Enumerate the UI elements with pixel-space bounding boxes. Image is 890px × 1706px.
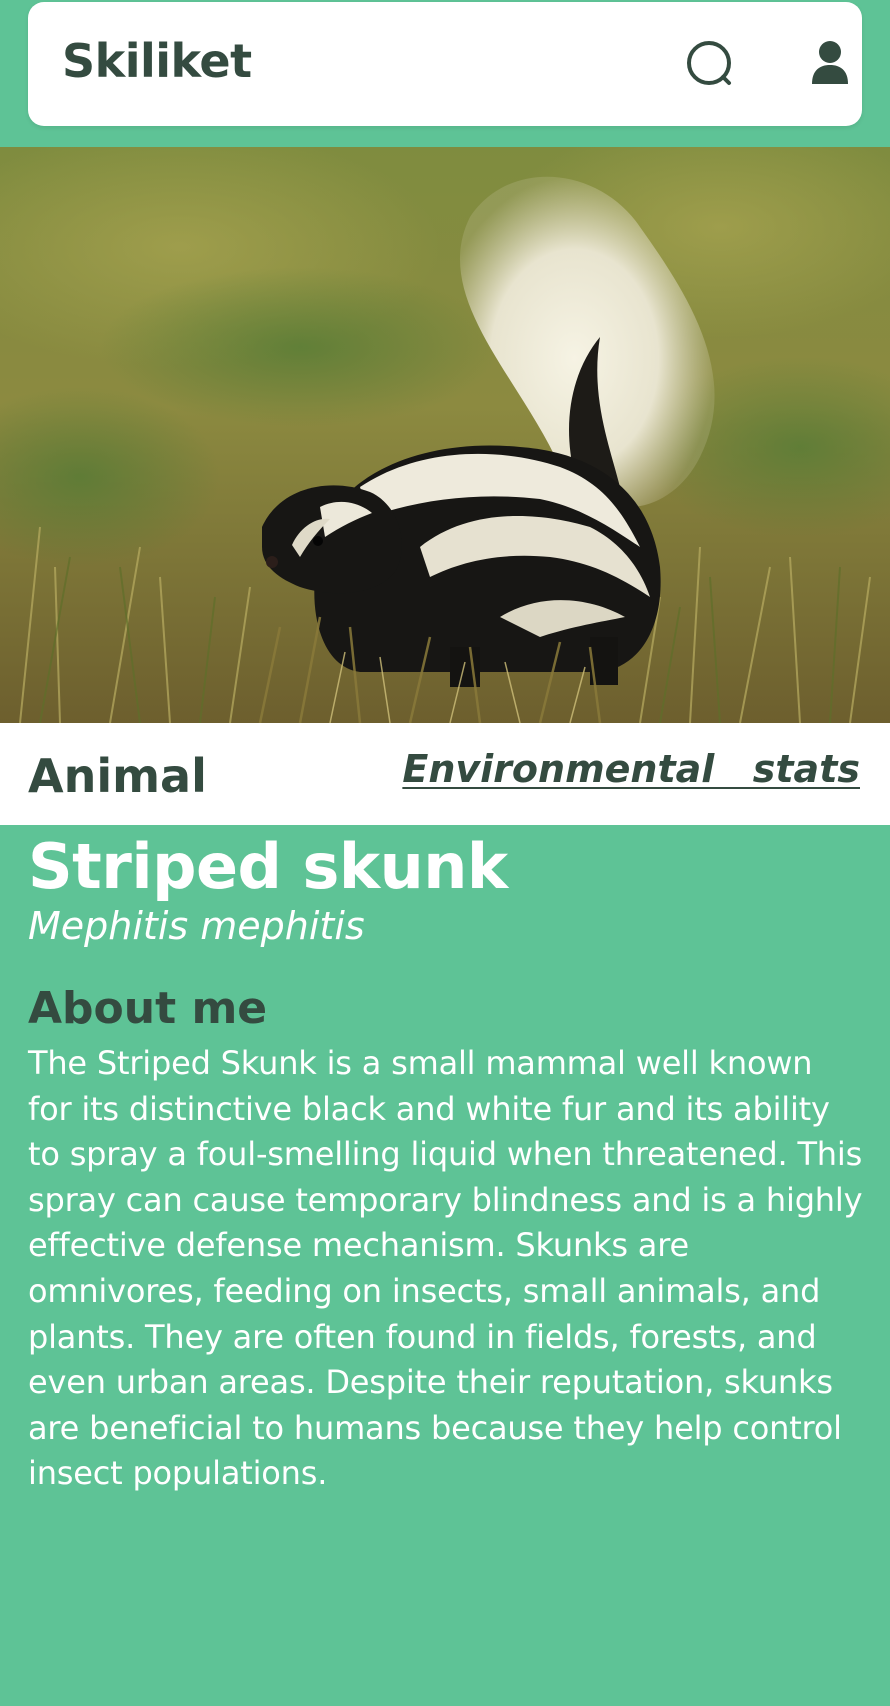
subnav: Animal Environmental stats [0,723,890,825]
hero-image [0,147,890,723]
profile-button[interactable] [802,36,858,96]
species-details: Striped skunk Mephitis mephitis About me… [28,830,864,1497]
environmental-stats-link[interactable]: Environmental stats [402,748,860,791]
search-button[interactable] [682,36,742,96]
skunk-photo [0,147,890,723]
app-title: Skiliket [62,34,252,88]
user-icon [812,41,848,84]
about-text: The Striped Skunk is a small mammal well… [28,1044,863,1493]
search-icon [687,41,731,85]
species-common-name: Striped skunk [28,830,508,903]
top-bar: Skiliket [28,2,862,126]
app-header: Skiliket [0,0,890,147]
about-heading: About me [28,982,268,1034]
category-label: Animal [28,749,207,803]
species-scientific-name: Mephitis mephitis [28,904,365,949]
